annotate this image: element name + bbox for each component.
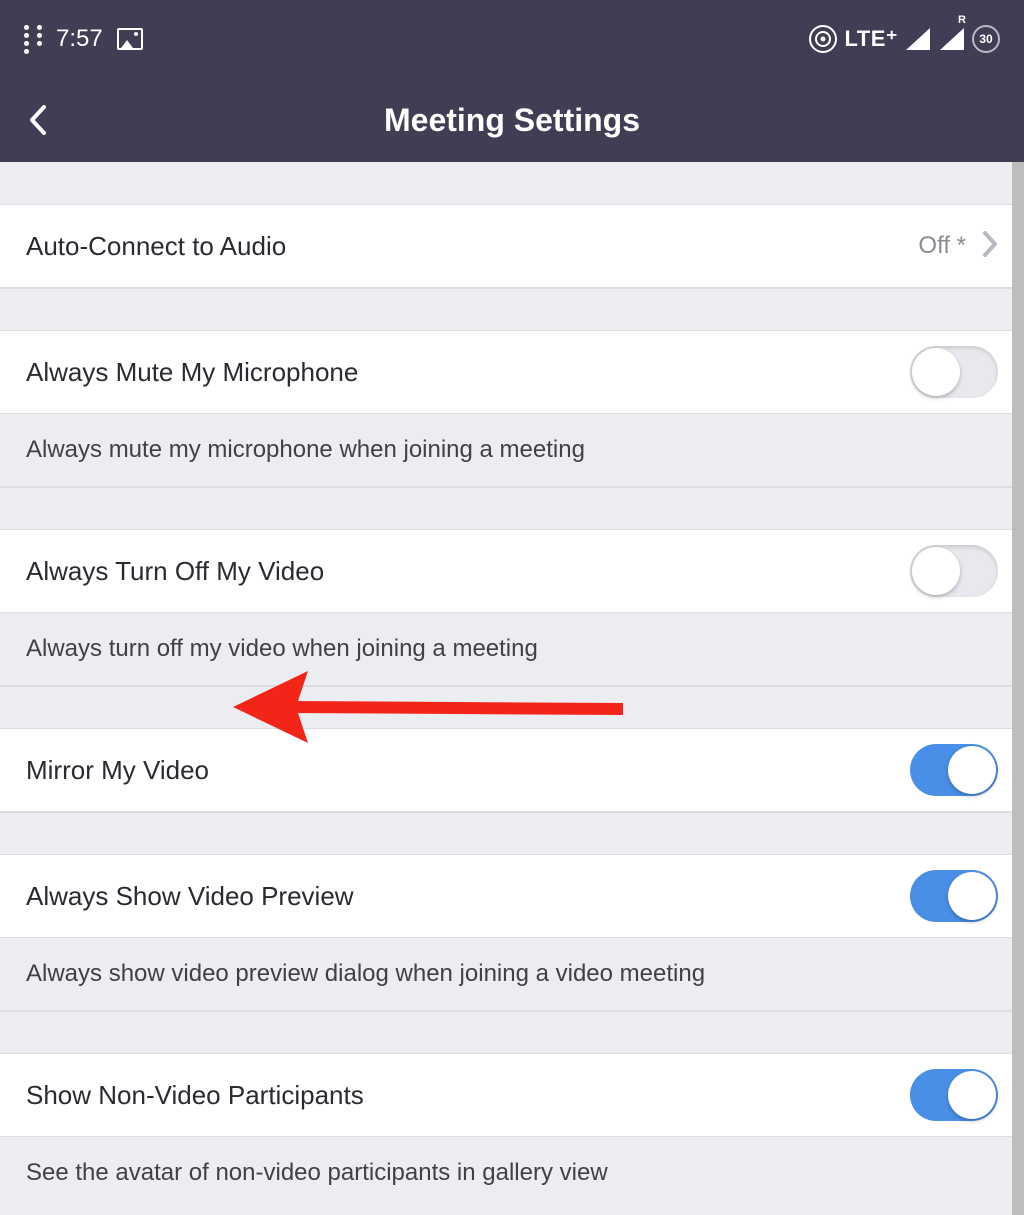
battery-icon: 30 xyxy=(972,25,1000,53)
toggle-non-video-participants[interactable] xyxy=(910,1069,998,1121)
section-gap xyxy=(0,487,1024,529)
section-gap xyxy=(0,162,1024,204)
roaming-badge: R xyxy=(958,14,966,26)
toggle-turn-off-video[interactable] xyxy=(910,545,998,597)
signal-roaming-icon: R xyxy=(940,28,964,50)
row-label: Auto-Connect to Audio xyxy=(26,231,286,262)
row-always-show-video-preview[interactable]: Always Show Video Preview xyxy=(0,854,1024,938)
chevron-right-icon xyxy=(982,230,998,263)
status-left: 7:57 xyxy=(24,25,143,54)
hotspot-icon xyxy=(810,26,836,52)
android-status-bar: 7:57 LTE⁺ R 30 xyxy=(0,0,1024,78)
toggle-video-preview[interactable] xyxy=(910,870,998,922)
signal-icon xyxy=(906,28,930,50)
row-description: Always turn off my video when joining a … xyxy=(0,613,1024,686)
app-header: Meeting Settings xyxy=(0,78,1024,162)
section-gap xyxy=(0,686,1024,728)
chevron-left-icon xyxy=(29,105,47,135)
status-right: LTE⁺ R 30 xyxy=(810,25,1000,53)
blackberry-icon xyxy=(24,25,42,54)
row-label: Show Non-Video Participants xyxy=(26,1080,364,1111)
row-show-non-video-participants[interactable]: Show Non-Video Participants xyxy=(0,1053,1024,1137)
row-label: Always Turn Off My Video xyxy=(26,556,324,587)
row-value: Off * xyxy=(918,232,966,260)
row-label: Always Mute My Microphone xyxy=(26,357,358,388)
section-gap xyxy=(0,1011,1024,1053)
row-auto-connect-audio[interactable]: Auto-Connect to Audio Off * xyxy=(0,204,1024,288)
row-always-mute-microphone[interactable]: Always Mute My Microphone xyxy=(0,330,1024,414)
row-mirror-my-video[interactable]: Mirror My Video xyxy=(0,728,1024,812)
clock-text: 7:57 xyxy=(56,25,103,53)
toggle-mute-microphone[interactable] xyxy=(910,346,998,398)
section-gap xyxy=(0,288,1024,330)
row-right: Off * xyxy=(918,230,998,263)
section-gap xyxy=(0,812,1024,854)
scrollbar[interactable] xyxy=(1012,162,1024,1215)
row-description: Always mute my microphone when joining a… xyxy=(0,414,1024,487)
back-button[interactable] xyxy=(18,100,58,140)
row-description: See the avatar of non-video participants… xyxy=(0,1137,1024,1215)
page-title: Meeting Settings xyxy=(384,102,640,139)
row-label: Always Show Video Preview xyxy=(26,881,354,912)
toggle-mirror-video[interactable] xyxy=(910,744,998,796)
network-type: LTE⁺ xyxy=(844,26,898,52)
row-always-turn-off-video[interactable]: Always Turn Off My Video xyxy=(0,529,1024,613)
row-description: Always show video preview dialog when jo… xyxy=(0,938,1024,1011)
settings-content: Auto-Connect to Audio Off * Always Mute … xyxy=(0,162,1024,1215)
battery-text: 30 xyxy=(979,32,992,46)
row-label: Mirror My Video xyxy=(26,755,209,786)
image-notification-icon xyxy=(117,28,143,50)
